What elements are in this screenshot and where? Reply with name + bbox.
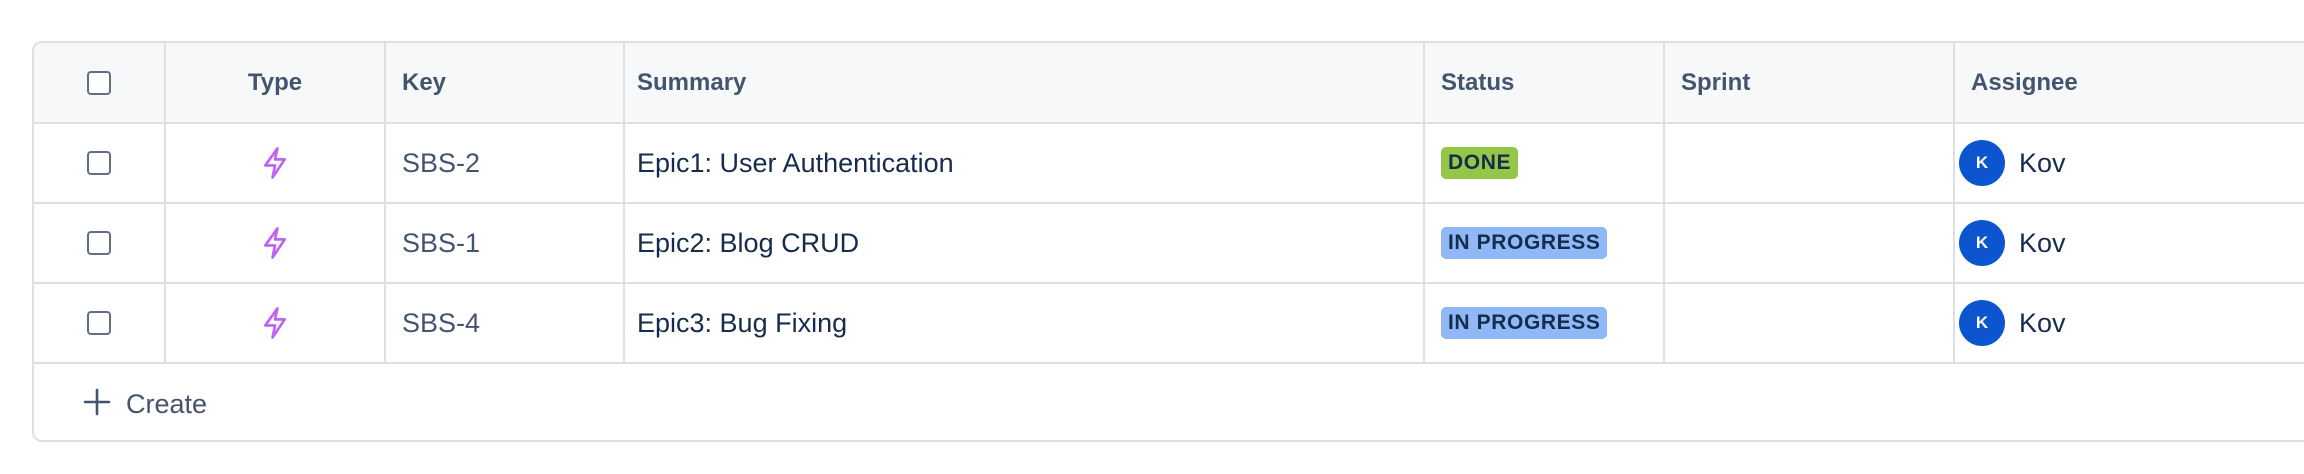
- column-header-sprint[interactable]: Sprint: [1665, 43, 1955, 122]
- assignee-name: Kov: [2019, 227, 2066, 258]
- column-header-assignee[interactable]: Assignee: [1955, 43, 2304, 122]
- create-issue-button[interactable]: Create: [34, 366, 2304, 440]
- select-all-checkbox[interactable]: [87, 70, 111, 95]
- table-header-row: Type Key Summary Status Sprint Assignee: [34, 43, 2304, 124]
- row-select-cell: [34, 284, 166, 362]
- type-cell: [166, 204, 386, 282]
- issue-key-link[interactable]: SBS-1: [402, 228, 480, 259]
- row-checkbox[interactable]: [87, 151, 111, 175]
- issue-summary[interactable]: Epic1: User Authentication: [637, 148, 954, 179]
- row-select-cell: [34, 204, 166, 282]
- avatar: K: [1959, 140, 2005, 186]
- column-header-status[interactable]: Status: [1425, 43, 1665, 122]
- create-label: Create: [126, 388, 208, 419]
- assignee-name: Kov: [2019, 307, 2066, 338]
- avatar: K: [1959, 220, 2005, 266]
- column-header-label: Status: [1441, 68, 1515, 96]
- assignee-cell[interactable]: K Kov: [1955, 284, 2304, 362]
- plus-icon: [82, 387, 112, 422]
- assignee: K Kov: [1959, 140, 2066, 186]
- status-lozenge[interactable]: IN PROGRESS: [1441, 227, 1608, 259]
- assignee-name: Kov: [2019, 147, 2066, 178]
- sprint-cell[interactable]: [1665, 284, 1955, 362]
- table-row[interactable]: SBS-4 Epic3: Bug Fixing IN PROGRESS K Ko…: [34, 284, 2304, 364]
- summary-cell: Epic1: User Authentication: [625, 124, 1425, 202]
- status-lozenge[interactable]: DONE: [1441, 147, 1519, 179]
- column-header-label: Type: [247, 68, 303, 96]
- issue-key-link[interactable]: SBS-2: [402, 148, 480, 179]
- table-row[interactable]: SBS-2 Epic1: User Authentication DONE K …: [34, 124, 2304, 204]
- issues-table: Type Key Summary Status Sprint Assignee …: [32, 41, 2304, 442]
- epic-lightning-icon[interactable]: [260, 306, 290, 340]
- status-cell: DONE: [1425, 124, 1665, 202]
- avatar: K: [1959, 300, 2005, 346]
- sprint-cell[interactable]: [1665, 124, 1955, 202]
- sprint-cell[interactable]: [1665, 204, 1955, 282]
- key-cell: SBS-2: [386, 124, 625, 202]
- row-select-cell: [34, 124, 166, 202]
- status-cell: IN PROGRESS: [1425, 204, 1665, 282]
- status-cell: IN PROGRESS: [1425, 284, 1665, 362]
- type-cell: [166, 284, 386, 362]
- assignee-cell[interactable]: K Kov: [1955, 124, 2304, 202]
- column-header-label: Summary: [637, 68, 747, 96]
- column-header-summary[interactable]: Summary: [625, 43, 1425, 122]
- key-cell: SBS-4: [386, 284, 625, 362]
- status-lozenge[interactable]: IN PROGRESS: [1441, 307, 1608, 339]
- column-header-label: Sprint: [1681, 68, 1751, 96]
- epic-lightning-icon[interactable]: [260, 226, 290, 260]
- issue-key-link[interactable]: SBS-4: [402, 308, 480, 339]
- assignee: K Kov: [1959, 220, 2066, 266]
- select-all-cell: [34, 43, 166, 122]
- epic-lightning-icon[interactable]: [260, 146, 290, 180]
- issue-summary[interactable]: Epic3: Bug Fixing: [637, 308, 847, 339]
- column-header-label: Assignee: [1971, 68, 2078, 96]
- summary-cell: Epic2: Blog CRUD: [625, 204, 1425, 282]
- row-checkbox[interactable]: [87, 231, 111, 255]
- column-header-type[interactable]: Type: [166, 43, 386, 122]
- column-header-key[interactable]: Key: [386, 43, 625, 122]
- assignee-cell[interactable]: K Kov: [1955, 204, 2304, 282]
- assignee: K Kov: [1959, 300, 2066, 346]
- table-row[interactable]: SBS-1 Epic2: Blog CRUD IN PROGRESS K Kov: [34, 204, 2304, 284]
- summary-cell: Epic3: Bug Fixing: [625, 284, 1425, 362]
- type-cell: [166, 124, 386, 202]
- issue-summary[interactable]: Epic2: Blog CRUD: [637, 228, 859, 259]
- key-cell: SBS-1: [386, 204, 625, 282]
- column-header-label: Key: [402, 68, 447, 96]
- row-checkbox[interactable]: [87, 311, 111, 335]
